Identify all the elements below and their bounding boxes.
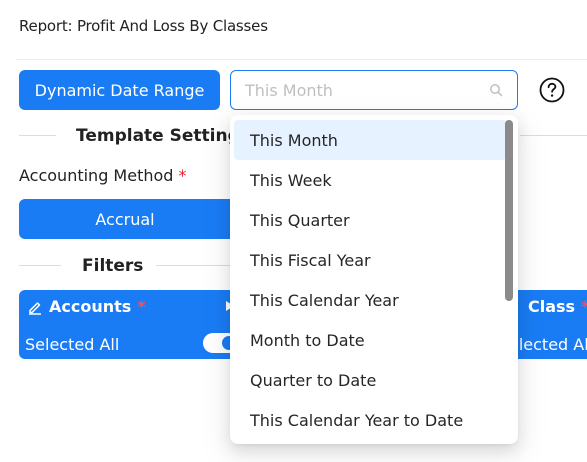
- accrual-button[interactable]: Accrual: [19, 199, 231, 239]
- accounts-filter-status: Selected All: [25, 335, 120, 354]
- accounts-filter-title: Accounts *: [27, 297, 146, 316]
- dynamic-date-range-button[interactable]: Dynamic Date Range: [19, 70, 220, 110]
- dropdown-scrollbar[interactable]: [505, 120, 513, 301]
- dropdown-option-this-month[interactable]: This Month: [234, 120, 506, 160]
- class-filter-status: elected All: [509, 335, 587, 354]
- dropdown-option-this-week[interactable]: This Week: [234, 160, 506, 200]
- accounting-method-label: Accounting Method *: [19, 166, 187, 185]
- header-divider: [16, 59, 587, 60]
- class-filter-title: Class*: [528, 297, 587, 316]
- edit-icon[interactable]: [27, 299, 43, 315]
- date-range-placeholder: This Month: [245, 80, 333, 100]
- date-range-dropdown: This Month This Week This Quarter This F…: [230, 115, 518, 444]
- accounts-filter-card[interactable]: Accounts * Selected All: [19, 290, 239, 359]
- filters-heading: Filters: [82, 256, 144, 276]
- search-icon: [490, 84, 503, 97]
- dropdown-option-quarter-to-date[interactable]: Quarter to Date: [234, 360, 506, 400]
- dropdown-option-this-fiscal-year[interactable]: This Fiscal Year: [234, 240, 506, 280]
- dropdown-option-this-calendar-year[interactable]: This Calendar Year: [234, 280, 506, 320]
- date-range-options-list: This Month This Week This Quarter This F…: [234, 120, 506, 440]
- help-icon[interactable]: [539, 77, 565, 103]
- report-title: Report: Profit And Loss By Classes: [19, 17, 268, 35]
- dropdown-option-this-calendar-year-to-date[interactable]: This Calendar Year to Date: [234, 400, 506, 440]
- dropdown-option-this-quarter[interactable]: This Quarter: [234, 200, 506, 240]
- date-range-select[interactable]: This Month: [230, 70, 518, 110]
- template-setting-heading: Template Setting: [76, 126, 240, 146]
- dropdown-option-month-to-date[interactable]: Month to Date: [234, 320, 506, 360]
